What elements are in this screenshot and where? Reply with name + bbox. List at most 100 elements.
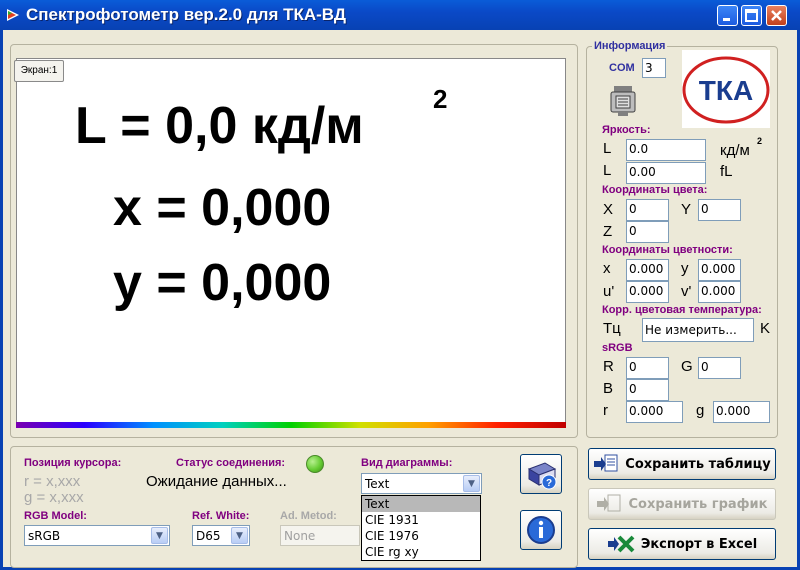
save-table-label: Сохранить таблицу bbox=[625, 456, 771, 472]
title-bar: Спектрофотометр вер.2.0 для ТКА-ВД bbox=[0, 0, 800, 30]
B-field[interactable]: 0 bbox=[626, 379, 669, 401]
X-field[interactable]: 0 bbox=[626, 199, 669, 221]
window-title: Спектрофотометр вер.2.0 для ТКА-ВД bbox=[26, 5, 346, 24]
help-book-icon: ? bbox=[527, 462, 557, 490]
chromaticity-header: Координаты цветности: bbox=[602, 244, 733, 256]
r-label: r bbox=[603, 402, 608, 419]
brightness-header: Яркость: bbox=[602, 124, 651, 136]
y-field[interactable]: 0.000 bbox=[698, 259, 741, 281]
diagram-type-value: Text bbox=[365, 477, 390, 491]
x-field[interactable]: 0.000 bbox=[626, 259, 669, 281]
cct-header: Корр. цветовая температура: bbox=[602, 304, 762, 316]
cursor-position-header: Позиция курсора: bbox=[24, 457, 122, 469]
ref-white-select[interactable]: D65 ▼ bbox=[192, 525, 250, 546]
y-label: y bbox=[681, 260, 689, 277]
dropdown-option[interactable]: Text bbox=[362, 496, 480, 512]
rgb-model-header: RGB Model: bbox=[24, 510, 87, 522]
com-port-icon bbox=[610, 86, 636, 116]
svg-text:?: ? bbox=[546, 478, 552, 489]
ad-method-value: None bbox=[284, 529, 316, 543]
com-port-field[interactable]: 3 bbox=[642, 58, 666, 78]
Y-label: Y bbox=[681, 201, 692, 218]
chevron-down-icon[interactable]: ▼ bbox=[463, 475, 480, 492]
tka-logo: ТКА bbox=[682, 50, 770, 128]
diagram-type-dropdown: Text CIE 1931 CIE 1976 CIE rg xy bbox=[361, 495, 481, 561]
color-coords-header: Координаты цвета: bbox=[602, 184, 708, 196]
save-chart-icon bbox=[597, 494, 621, 512]
connection-status-text: Ожидание данных... bbox=[146, 473, 287, 490]
svg-text:ТКА: ТКА bbox=[699, 75, 753, 106]
ref-white-value: D65 bbox=[196, 529, 221, 543]
screen-tab[interactable]: Экран:1 bbox=[14, 60, 64, 82]
Z-label: Z bbox=[603, 223, 613, 240]
maximize-icon bbox=[745, 9, 758, 22]
save-chart-button[interactable]: Сохранить график bbox=[588, 488, 776, 520]
connection-status-header: Статус соединения: bbox=[176, 457, 286, 469]
dropdown-option[interactable]: CIE 1931 bbox=[362, 512, 480, 528]
dropdown-option[interactable]: CIE 1976 bbox=[362, 528, 480, 544]
Z-field[interactable]: 0 bbox=[626, 221, 669, 243]
app-icon bbox=[7, 9, 19, 21]
close-button[interactable] bbox=[766, 5, 787, 26]
v-prime-label: v' bbox=[681, 283, 692, 300]
X-label: X bbox=[603, 201, 614, 218]
rgb-model-select[interactable]: sRGB ▼ bbox=[24, 525, 170, 546]
g-label: g bbox=[696, 402, 705, 419]
g-field[interactable]: 0.000 bbox=[713, 401, 770, 423]
save-table-button[interactable]: Сохранить таблицу bbox=[588, 448, 776, 480]
luminance-readout: L = 0,0 кд/м bbox=[75, 97, 364, 155]
excel-icon bbox=[607, 535, 635, 553]
com-label: COM bbox=[609, 62, 635, 74]
l-cd-unit-superscript: 2 bbox=[757, 136, 763, 146]
l-fl-unit: fL bbox=[720, 163, 733, 180]
ref-white-header: Ref. White: bbox=[192, 510, 250, 522]
G-field[interactable]: 0 bbox=[698, 357, 741, 379]
info-title: Информация bbox=[592, 40, 668, 52]
l-cd-label: L bbox=[603, 140, 612, 157]
tc-label: Тц bbox=[603, 320, 621, 337]
rgb-model-value: sRGB bbox=[28, 529, 61, 543]
chevron-down-icon[interactable]: ▼ bbox=[151, 527, 168, 544]
u-prime-label: u' bbox=[603, 283, 615, 300]
chevron-down-icon[interactable]: ▼ bbox=[231, 527, 248, 544]
cursor-r-value: r = x,xxx bbox=[24, 473, 81, 490]
tc-unit: K bbox=[760, 320, 771, 337]
v-prime-field[interactable]: 0.000 bbox=[698, 281, 741, 303]
srgb-header: sRGB bbox=[602, 342, 633, 354]
x-label: x bbox=[603, 260, 611, 277]
help-book-button[interactable]: ? bbox=[520, 454, 562, 494]
l-cd-unit: кд/м bbox=[720, 142, 750, 159]
x-readout: x = 0,000 bbox=[113, 179, 332, 237]
info-icon bbox=[527, 516, 555, 544]
tc-field[interactable]: Не измерить... bbox=[642, 318, 754, 342]
u-prime-field[interactable]: 0.000 bbox=[626, 281, 669, 303]
diagram-type-select[interactable]: Text ▼ bbox=[361, 473, 482, 494]
R-label: R bbox=[603, 358, 614, 375]
dropdown-option[interactable]: CIE rg xy bbox=[362, 544, 480, 560]
close-icon bbox=[771, 10, 782, 21]
connection-status-led bbox=[306, 455, 324, 473]
r-field[interactable]: 0.000 bbox=[626, 401, 683, 423]
luminance-unit-superscript: 2 bbox=[433, 84, 448, 114]
Y-field[interactable]: 0 bbox=[698, 199, 741, 221]
ad-method-select[interactable]: None bbox=[280, 525, 360, 546]
info-button[interactable] bbox=[520, 510, 562, 550]
B-label: B bbox=[603, 380, 614, 397]
R-field[interactable]: 0 bbox=[626, 357, 669, 379]
l-fl-label: L bbox=[603, 162, 612, 179]
spectrum-bar bbox=[16, 422, 566, 428]
l-cd-field[interactable]: 0.0 bbox=[626, 139, 706, 161]
minimize-icon bbox=[723, 18, 730, 21]
maximize-button[interactable] bbox=[741, 5, 762, 26]
y-readout: y = 0,000 bbox=[113, 254, 332, 312]
save-table-icon bbox=[594, 454, 618, 472]
cursor-g-value: g = x,xxx bbox=[24, 489, 84, 506]
export-excel-button[interactable]: Экспорт в Excel bbox=[588, 528, 776, 560]
save-chart-label: Сохранить график bbox=[628, 496, 768, 512]
diagram-type-header: Вид диаграммы: bbox=[361, 457, 453, 469]
export-excel-label: Экспорт в Excel bbox=[640, 536, 758, 552]
G-label: G bbox=[681, 358, 693, 375]
l-fl-field[interactable]: 0.00 bbox=[626, 162, 706, 184]
minimize-button[interactable] bbox=[717, 5, 738, 26]
ad-method-header: Ad. Metod: bbox=[280, 510, 337, 522]
